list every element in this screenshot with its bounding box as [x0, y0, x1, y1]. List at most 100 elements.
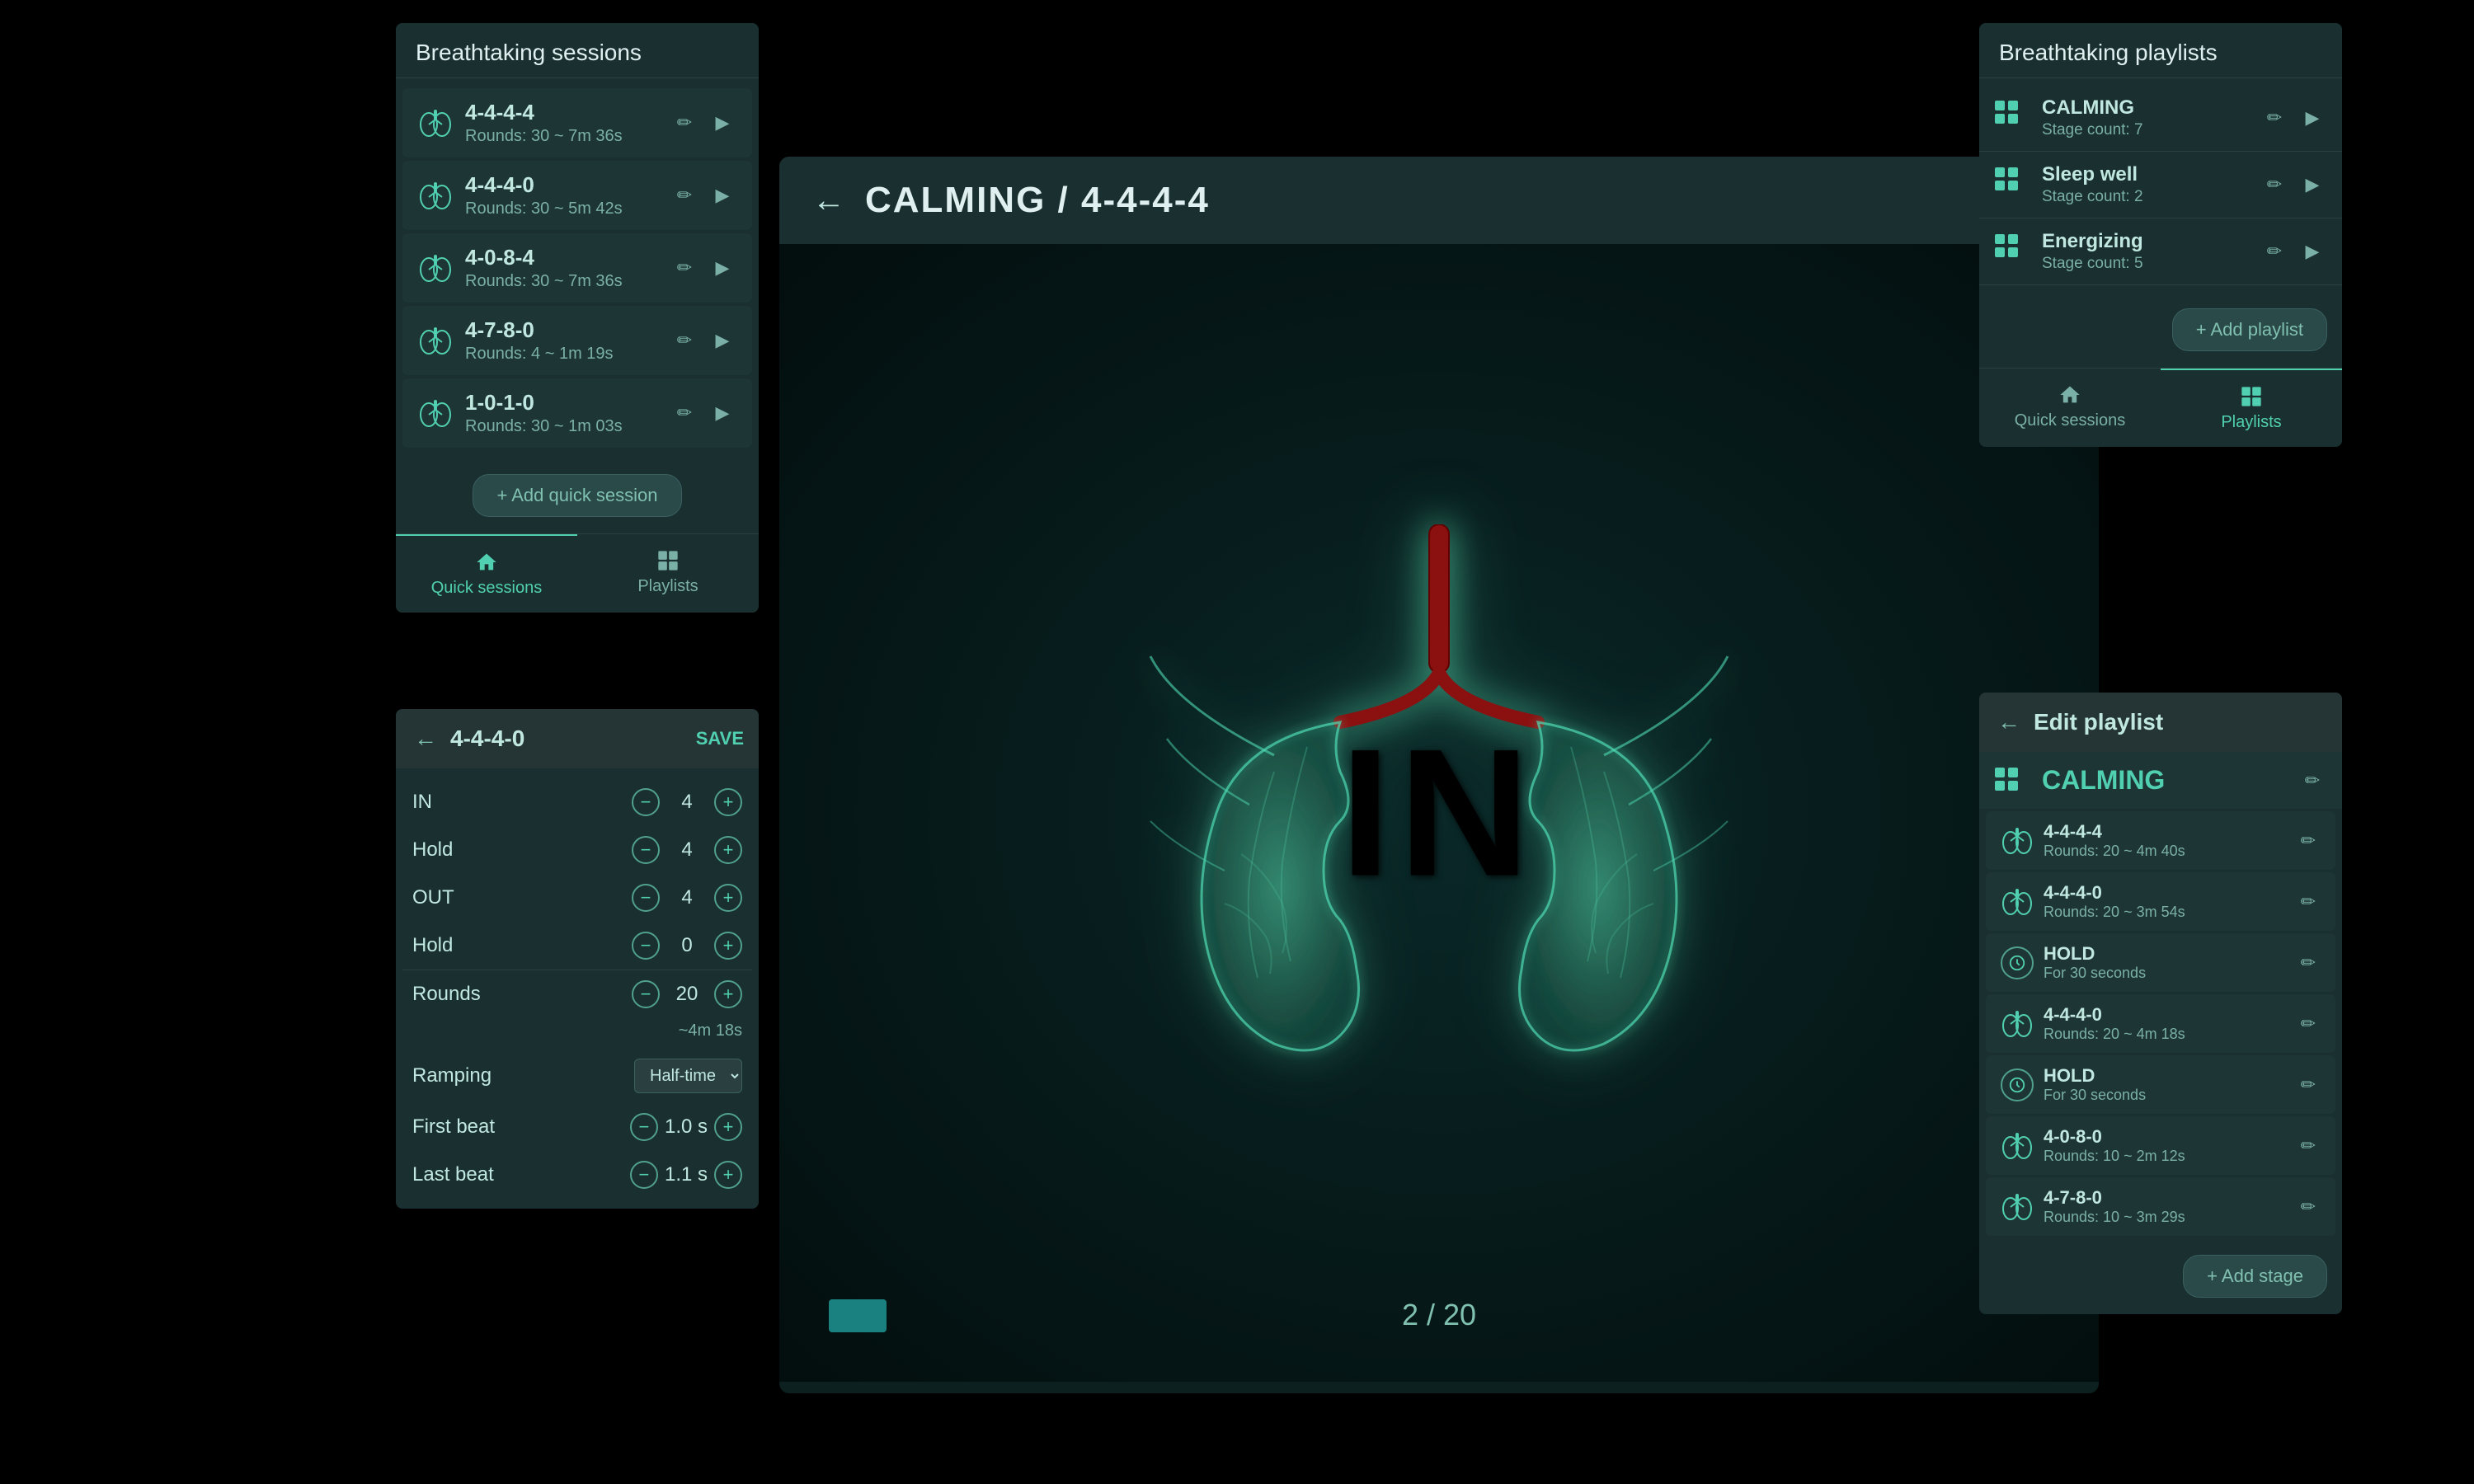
stage-lungs-icon	[2001, 824, 2034, 857]
last-beat-label: Last beat	[412, 1163, 630, 1186]
session-info: 1-0-1-0 Rounds: 30 ~ 1m 03s	[465, 390, 670, 436]
session-item[interactable]: 4-4-4-0 Rounds: 30 ~ 5m 42s ✏ ▶	[402, 161, 752, 230]
playlist-name: Energizing	[2042, 230, 2260, 253]
add-stage-area: + Add stage	[1979, 1238, 2342, 1314]
stage-edit-button[interactable]: ✏	[2296, 1191, 2321, 1223]
main-view-title: CALMING / 4-4-4-4	[865, 180, 1210, 221]
breath-phase-text: IN	[1340, 709, 1538, 918]
stage-item: 4-4-4-4 Rounds: 20 ~ 4m 40s ✏	[1986, 811, 2335, 870]
stage-rounds: Rounds: 20 ~ 4m 18s	[2044, 1026, 2296, 1043]
add-playlist-button[interactable]: + Add playlist	[2172, 308, 2327, 351]
first-beat-value: 1.0 s	[665, 1115, 708, 1139]
playlist-info: Energizing Stage count: 5	[2042, 230, 2260, 273]
hold2-increment-button[interactable]: +	[714, 932, 742, 960]
stage-edit-button[interactable]: ✏	[2296, 947, 2321, 979]
rounds-decrement-button[interactable]: −	[632, 980, 660, 1008]
session-item[interactable]: 1-0-1-0 Rounds: 30 ~ 1m 03s ✏ ▶	[402, 378, 752, 448]
playlist-item[interactable]: CALMING Stage count: 7 ✏ ▶	[1979, 85, 2342, 152]
add-quick-session-button[interactable]: + Add quick session	[473, 474, 681, 517]
last-beat-row: Last beat − 1.1 s +	[396, 1151, 759, 1199]
playlist-info: Sleep well Stage count: 2	[2042, 163, 2260, 206]
out-increment-button[interactable]: +	[714, 884, 742, 912]
playlist-item[interactable]: Sleep well Stage count: 2 ✏ ▶	[1979, 152, 2342, 218]
tab-playlists-right-label: Playlists	[2221, 413, 2281, 432]
hold2-decrement-button[interactable]: −	[632, 932, 660, 960]
play-session-btn[interactable]: ▶	[708, 253, 737, 283]
edit-session-header: ← 4-4-4-0 SAVE	[396, 709, 759, 768]
in-decrement-button[interactable]: −	[632, 788, 660, 816]
stage-info: 4-0-8-0 Rounds: 10 ~ 2m 12s	[2044, 1126, 2296, 1165]
main-back-button[interactable]: ←	[812, 182, 845, 219]
edit-session-panel: ← 4-4-4-0 SAVE IN − 4 + Hold − 4 + OUT −	[396, 709, 759, 1209]
stage-edit-button[interactable]: ✏	[2296, 886, 2321, 918]
in-field-row: IN − 4 +	[396, 778, 759, 826]
playlist-item[interactable]: Energizing Stage count: 5 ✏ ▶	[1979, 218, 2342, 285]
hold2-value: 0	[666, 934, 708, 957]
session-item[interactable]: 4-0-8-4 Rounds: 30 ~ 7m 36s ✏ ▶	[402, 233, 752, 303]
rounds-increment-button[interactable]: +	[714, 980, 742, 1008]
edit-session-btn[interactable]: ✏	[670, 108, 699, 138]
out-decrement-button[interactable]: −	[632, 884, 660, 912]
first-beat-increment-button[interactable]: +	[714, 1113, 742, 1141]
playlists-icon	[656, 549, 680, 572]
home-icon	[475, 551, 498, 574]
in-label: IN	[412, 791, 632, 814]
stage-edit-button[interactable]: ✏	[2296, 825, 2321, 857]
main-view: ← CALMING / 4-4-4-4	[779, 157, 2099, 1393]
hold1-increment-button[interactable]: +	[714, 836, 742, 864]
stage-name: 4-0-8-0	[2044, 1126, 2296, 1148]
stage-detail: For 30 seconds	[2044, 965, 2296, 982]
session-panel-tabs: Quick sessions Playlists	[396, 533, 759, 613]
progress-indicator	[829, 1299, 887, 1332]
play-session-btn[interactable]: ▶	[708, 326, 737, 355]
stage-edit-button[interactable]: ✏	[2296, 1008, 2321, 1040]
stage-item: 4-4-4-0 Rounds: 20 ~ 3m 54s ✏	[1986, 872, 2335, 931]
edit-playlist-back-button[interactable]: ←	[1994, 706, 2024, 739]
hold1-controls: − 4 +	[632, 836, 742, 864]
edit-playlist-btn[interactable]: ✏	[2260, 103, 2289, 133]
last-beat-increment-button[interactable]: +	[714, 1161, 742, 1189]
lungs-icon	[417, 105, 454, 141]
stage-rounds: Rounds: 10 ~ 2m 12s	[2044, 1148, 2296, 1165]
play-session-btn[interactable]: ▶	[708, 398, 737, 428]
stage-edit-button[interactable]: ✏	[2296, 1130, 2321, 1162]
tab-playlists-right[interactable]: Playlists	[2161, 369, 2342, 447]
edit-session-back-button[interactable]: ←	[411, 722, 440, 755]
edit-session-btn[interactable]: ✏	[670, 253, 699, 283]
stage-info: HOLD For 30 seconds	[2044, 1065, 2296, 1104]
tab-playlists[interactable]: Playlists	[577, 534, 759, 613]
first-beat-label: First beat	[412, 1115, 630, 1139]
session-item[interactable]: 4-4-4-4 Rounds: 30 ~ 7m 36s ✏ ▶	[402, 88, 752, 157]
save-session-button[interactable]: SAVE	[696, 728, 744, 749]
session-name: 4-4-4-4	[465, 100, 670, 125]
first-beat-decrement-button[interactable]: −	[630, 1113, 658, 1141]
last-beat-decrement-button[interactable]: −	[630, 1161, 658, 1189]
edit-session-btn[interactable]: ✏	[670, 398, 699, 428]
playlist-list: CALMING Stage count: 7 ✏ ▶ Sleep well St…	[1979, 78, 2342, 292]
sessions-panel-title: Breathtaking sessions	[396, 23, 759, 78]
in-increment-button[interactable]: +	[714, 788, 742, 816]
hold-item: HOLD For 30 seconds ✏	[1986, 1055, 2335, 1114]
edit-session-btn[interactable]: ✏	[670, 326, 699, 355]
stage-name: HOLD	[2044, 943, 2296, 965]
stage-name: 4-4-4-4	[2044, 821, 2296, 843]
rename-playlist-button[interactable]: ✏	[2298, 766, 2327, 796]
play-session-btn[interactable]: ▶	[708, 181, 737, 210]
playlist-info: CALMING Stage count: 7	[2042, 96, 2260, 139]
stage-rounds: Rounds: 20 ~ 3m 54s	[2044, 904, 2296, 921]
play-playlist-btn[interactable]: ▶	[2298, 237, 2327, 266]
hold1-decrement-button[interactable]: −	[632, 836, 660, 864]
tab-quick-sessions[interactable]: Quick sessions	[396, 534, 577, 613]
add-stage-button[interactable]: + Add stage	[2183, 1255, 2327, 1298]
rounds-value: 20	[666, 983, 708, 1006]
ramping-select[interactable]: Half-time None Full	[634, 1059, 742, 1093]
edit-playlist-btn[interactable]: ✏	[2260, 237, 2289, 266]
tab-quick-sessions-right[interactable]: Quick sessions	[1979, 369, 2161, 447]
play-session-btn[interactable]: ▶	[708, 108, 737, 138]
edit-playlist-btn[interactable]: ✏	[2260, 170, 2289, 200]
play-playlist-btn[interactable]: ▶	[2298, 170, 2327, 200]
stage-edit-button[interactable]: ✏	[2296, 1069, 2321, 1101]
edit-session-btn[interactable]: ✏	[670, 181, 699, 210]
play-playlist-btn[interactable]: ▶	[2298, 103, 2327, 133]
session-item[interactable]: 4-7-8-0 Rounds: 4 ~ 1m 19s ✏ ▶	[402, 306, 752, 375]
